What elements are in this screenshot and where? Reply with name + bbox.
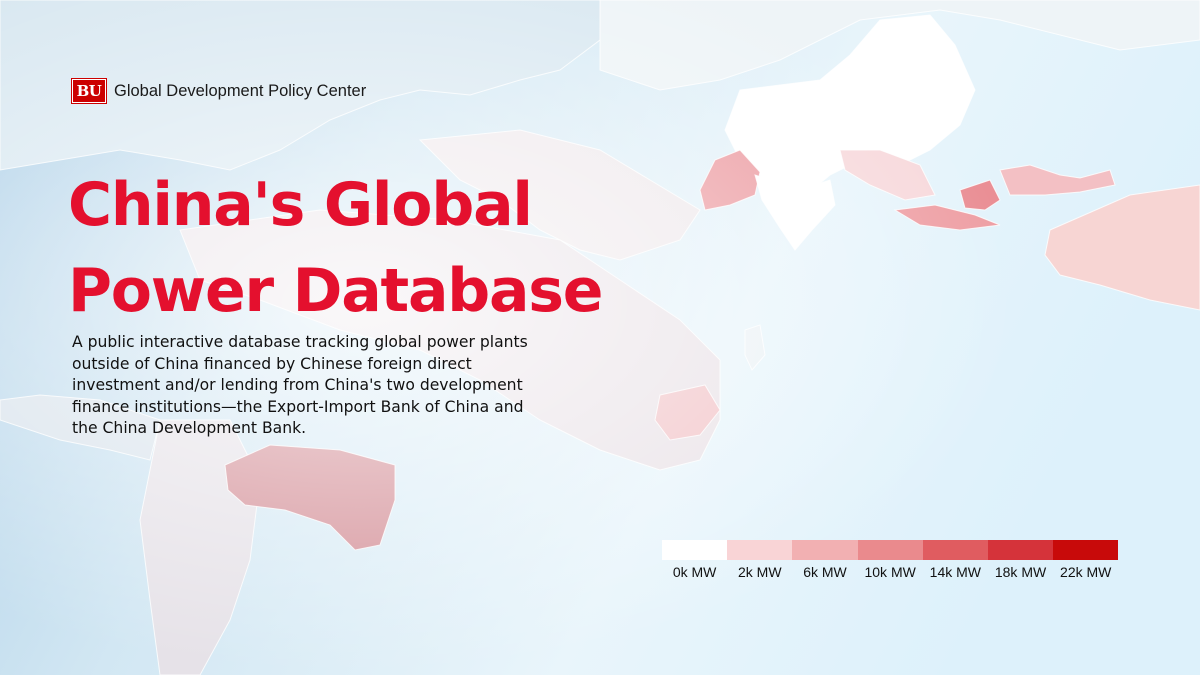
brand-name[interactable]: Global Development Policy Center	[114, 82, 366, 101]
title-line-1: China's Global	[68, 170, 533, 240]
page-description: A public interactive database tracking g…	[72, 333, 528, 437]
brand-header: BU Global Development Policy Center	[71, 78, 366, 104]
legend-swatch-10k	[857, 540, 923, 560]
legend-swatch-18k	[987, 540, 1054, 560]
legend-swatch-2k	[727, 540, 793, 560]
legend-labels: 0k MW 2k MW 6k MW 10k MW 14k MW 18k MW 2…	[662, 564, 1118, 580]
map-legend: 0k MW 2k MW 6k MW 10k MW 14k MW 18k MW 2…	[662, 540, 1119, 580]
legend-swatch-14k	[922, 540, 988, 560]
legend-label: 14k MW	[929, 564, 982, 580]
legend-label: 2k MW	[738, 564, 782, 580]
page-title: China's Global Power Database	[68, 162, 604, 334]
title-line-2: Power Database	[68, 256, 604, 326]
legend-swatch-6k	[792, 540, 858, 560]
bu-logo[interactable]: BU	[71, 78, 107, 104]
legend-label: 10k MW	[864, 564, 916, 580]
legend-label: 0k MW	[672, 564, 717, 580]
legend-label: 6k MW	[803, 564, 847, 580]
legend-color-scale	[662, 540, 1119, 560]
legend-label: 22k MW	[1060, 564, 1112, 580]
legend-swatch-22k	[1053, 540, 1119, 560]
legend-swatch-0k	[662, 540, 728, 560]
legend-label: 18k MW	[994, 564, 1047, 580]
